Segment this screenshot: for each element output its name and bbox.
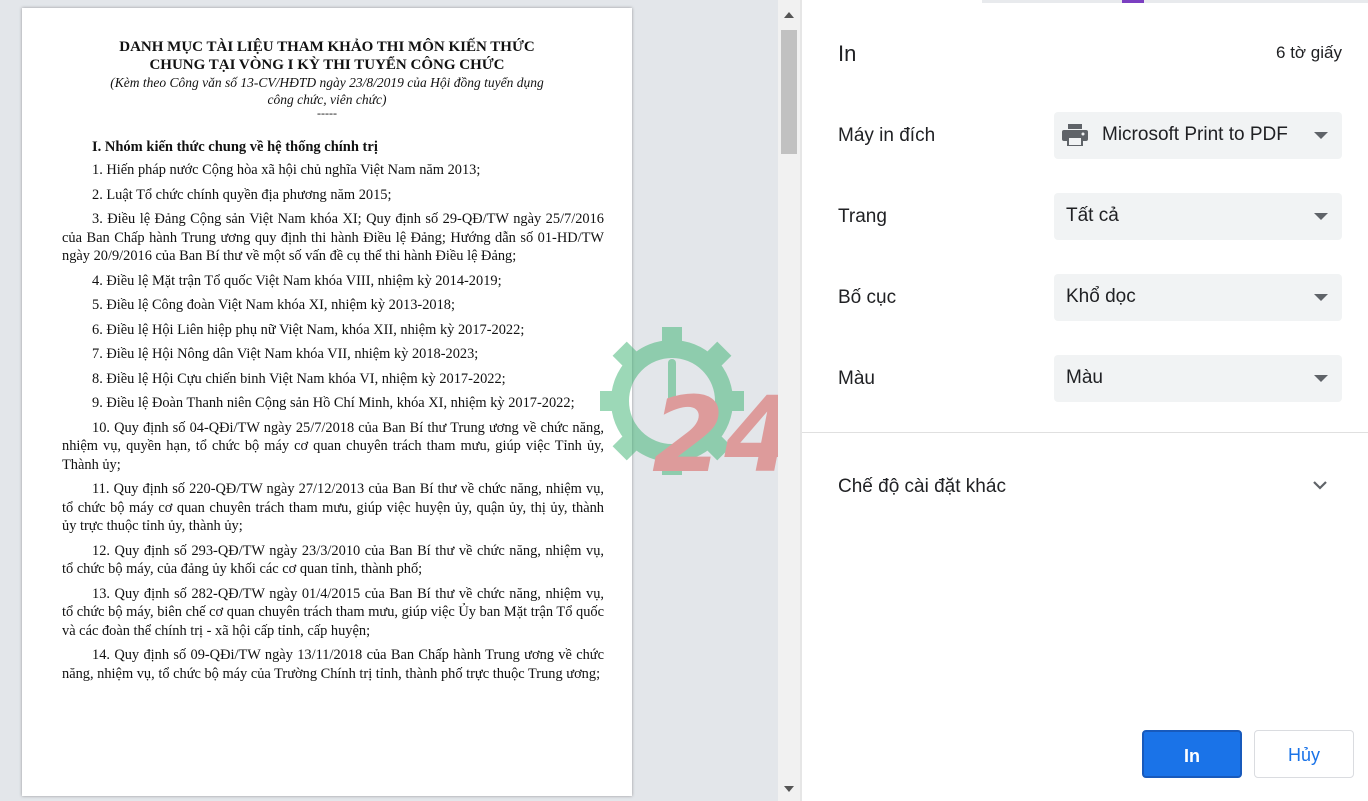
pages-select[interactable]: Tất cả bbox=[1054, 193, 1342, 240]
list-item: 1. Hiến pháp nước Cộng hòa xã hội chủ ng… bbox=[92, 162, 481, 178]
sheet-count: 6 tờ giấy bbox=[1276, 43, 1342, 62]
print-settings-panel: In 6 tờ giấy Máy in đích Microsoft Print… bbox=[802, 0, 1368, 801]
cancel-button[interactable]: Hủy bbox=[1254, 730, 1354, 778]
chevron-down-icon bbox=[1314, 375, 1328, 382]
color-select[interactable]: Màu bbox=[1054, 355, 1342, 402]
layout-value: Khổ dọc bbox=[1066, 286, 1136, 307]
chevron-down-icon bbox=[1314, 213, 1328, 220]
print-button[interactable]: In bbox=[1142, 730, 1242, 778]
list-item: 13. Quy định số 282-QĐ/TW ngày 01/4/2015… bbox=[62, 585, 604, 639]
printer-icon bbox=[1062, 124, 1088, 146]
panel-title: In bbox=[838, 41, 857, 66]
list-item: 7. Điều lệ Hội Nông dân Việt Nam khóa VI… bbox=[92, 346, 479, 362]
list-item: 2. Luật Tổ chức chính quyền địa phương n… bbox=[92, 186, 392, 203]
chevron-down-icon[interactable] bbox=[1312, 479, 1328, 491]
list-item: 10. Quy định số 04-QĐi/TW ngày 25/7/2018… bbox=[62, 419, 604, 473]
document-title-line1: DANH MỤC TÀI LIỆU THAM KHẢO THI MÔN KIẾN… bbox=[119, 39, 535, 55]
pages-label: Trang bbox=[838, 206, 887, 227]
section-divider bbox=[802, 432, 1368, 433]
color-label: Màu bbox=[838, 368, 875, 389]
document-body: I. Nhóm kiến thức chung về hệ thống chín… bbox=[62, 138, 604, 689]
list-item: 6. Điều lệ Hội Liên hiệp phụ nữ Việt Nam… bbox=[92, 321, 525, 338]
document-title-line2: CHUNG TẠI VÒNG I KỲ THI TUYỂN CÔNG CHỨC bbox=[149, 57, 505, 73]
top-edge-bar bbox=[982, 0, 1368, 3]
document-subtitle-line1: (Kèm theo Công văn số 13-CV/HĐTD ngày 23… bbox=[110, 75, 544, 90]
list-item: 3. Điều lệ Đảng Cộng sản Việt Nam khóa X… bbox=[62, 211, 604, 264]
layout-label: Bố cục bbox=[838, 287, 897, 308]
document-separator: ----- bbox=[317, 106, 337, 120]
pages-value: Tất cả bbox=[1066, 205, 1119, 226]
more-settings-toggle[interactable]: Chế độ cài đặt khác bbox=[838, 476, 1006, 498]
scroll-down-icon[interactable] bbox=[784, 786, 794, 792]
list-item: 12. Quy định số 293-QĐ/TW ngày 23/3/2010… bbox=[62, 542, 604, 578]
section-title: I. Nhóm kiến thức chung về hệ thống chín… bbox=[92, 139, 378, 155]
list-item: 9. Điều lệ Đoàn Thanh niên Cộng sản Hồ C… bbox=[92, 395, 575, 411]
list-item: 8. Điều lệ Hội Cựu chiến binh Việt Nam k… bbox=[92, 370, 506, 387]
color-value: Màu bbox=[1066, 367, 1103, 388]
preview-scrollbar[interactable] bbox=[778, 0, 800, 801]
destination-select[interactable]: Microsoft Print to PDF bbox=[1054, 112, 1342, 159]
preview-page: DANH MỤC TÀI LIỆU THAM KHẢO THI MÔN KIẾN… bbox=[22, 8, 632, 796]
scroll-up-icon[interactable] bbox=[784, 12, 794, 18]
list-item: 11. Quy định số 220-QĐ/TW ngày 27/12/201… bbox=[62, 481, 604, 534]
document-header: DANH MỤC TÀI LIỆU THAM KHẢO THI MÔN KIẾN… bbox=[22, 38, 632, 120]
destination-value: Microsoft Print to PDF bbox=[1102, 124, 1288, 145]
list-item: 4. Điều lệ Mặt trận Tổ quốc Việt Nam khó… bbox=[92, 272, 502, 289]
list-item: 5. Điều lệ Công đoàn Việt Nam khóa XI, n… bbox=[92, 297, 455, 313]
destination-label: Máy in đích bbox=[838, 125, 936, 146]
chevron-down-icon bbox=[1314, 294, 1328, 301]
scrollbar-thumb[interactable] bbox=[781, 30, 797, 154]
top-edge-accent bbox=[1122, 0, 1144, 3]
list-item: 14. Quy định số 09-QĐi/TW ngày 13/11/201… bbox=[62, 647, 604, 682]
chevron-down-icon bbox=[1314, 132, 1328, 139]
print-preview-area: DANH MỤC TÀI LIỆU THAM KHẢO THI MÔN KIẾN… bbox=[0, 0, 778, 801]
layout-select[interactable]: Khổ dọc bbox=[1054, 274, 1342, 321]
